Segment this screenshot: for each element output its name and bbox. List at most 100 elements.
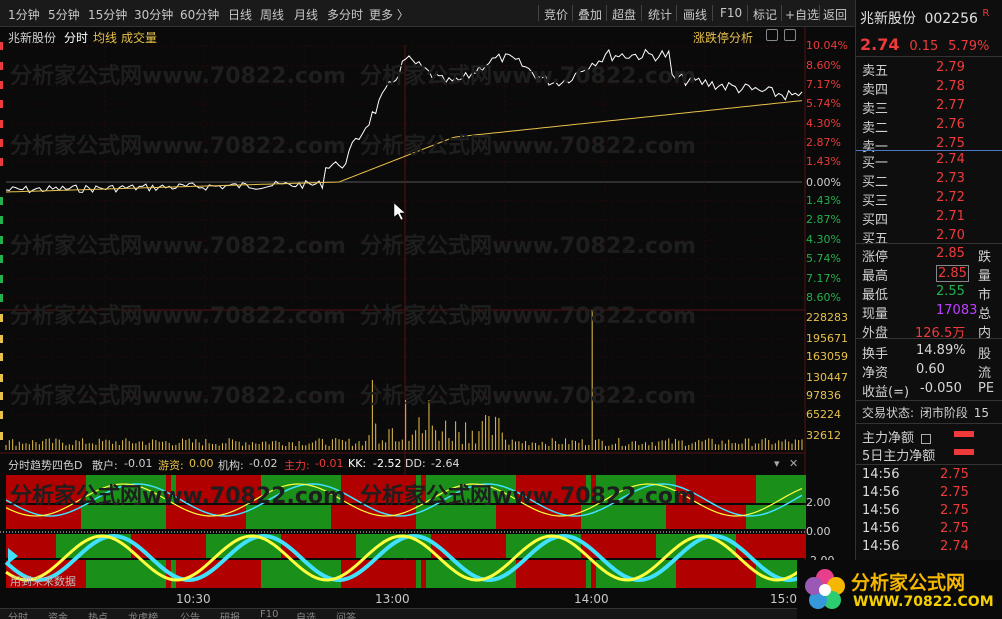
indicator-name[interactable]: 分时趋势四色D [8,457,82,473]
trend-block [301,534,306,558]
bid-row[interactable]: 买一 2.74 [862,152,1002,171]
trend-block [311,534,316,558]
left-tick-mark [0,335,3,343]
trend-block [586,560,591,588]
trend-block [341,534,346,558]
trend-block [236,560,241,588]
ask-row[interactable]: 卖四 2.78 [862,79,1002,98]
ask-row[interactable]: 卖五 2.79 [862,60,1002,79]
main-net-5d-bar [954,449,974,455]
bottom-tab[interactable]: 问答 [336,609,356,619]
tick-time: 14:56 [862,503,900,518]
trend-block [711,475,716,503]
trend-block [766,534,771,558]
indicator-dropdown-icon[interactable]: ▾ [774,457,780,470]
bid-row[interactable]: 买二 2.73 [862,171,1002,190]
trend-block [776,560,781,588]
trend-block [331,560,336,588]
left-tick-mark [0,216,3,224]
watermark-text: 分析家公式网www.70822.com [10,64,346,89]
trend-block [631,534,636,558]
bottom-tab[interactable]: 分时 [8,609,28,619]
tick-row: 14:56 2.75 [862,485,1002,503]
trend-block [776,534,781,558]
orderbook-divider [856,150,1002,151]
trend-block [636,560,641,588]
bottom-tab[interactable]: 热点 [88,609,108,619]
price-axis-label: 5.74% [806,252,841,265]
left-tick-mark [0,294,3,302]
trend-block [721,475,726,503]
trend-block [751,475,756,503]
trend-block [561,560,566,588]
ask-row[interactable]: 卖三 2.77 [862,98,1002,117]
ask-label: 卖二 [862,121,889,136]
trend-block [721,560,726,588]
trend-block [196,534,201,558]
bid-row[interactable]: 买四 2.71 [862,209,1002,228]
trend-block [621,534,626,558]
trend-block [401,560,406,588]
time-label: 14:00 [574,592,609,606]
tick-row: 14:56 2.74 [862,539,1002,557]
trend-block [746,505,751,529]
trend-block [786,534,791,558]
divider [856,400,1002,401]
bid-row[interactable]: 买三 2.72 [862,190,1002,209]
price-axis-zero: 0.00% [806,176,841,189]
trend-block [156,534,161,558]
trend-block [381,560,386,588]
trend-block [791,505,796,529]
trend-block [706,560,711,588]
trend-block [411,560,416,588]
trend-block [386,560,391,588]
trend-block [51,534,56,558]
site-logo: 分析家公式网 WWW.70822.COM [797,560,1002,619]
trend-block [781,534,786,558]
bottom-tab[interactable]: 公告 [180,609,200,619]
trend-block [511,560,516,588]
trend-block [396,560,401,588]
info-icon[interactable] [921,433,932,444]
bid-price: 2.73 [936,171,965,186]
ask-price: 2.78 [936,79,965,94]
watermark-text: 分析家公式网www.70822.com [360,134,696,159]
bottom-tab[interactable]: 龙虎榜 [128,609,158,619]
bid-label: 买一 [862,156,889,171]
trend-block [581,560,586,588]
price-axis-label: 1.43% [806,194,841,207]
trend-block [506,534,511,558]
bid-label: 买二 [862,175,889,190]
bottom-tab[interactable]: 研报 [220,609,240,619]
volume-axis-label: 130447 [806,371,848,384]
trend-block [176,534,181,558]
trend-block [716,475,721,503]
trend-block [701,505,706,529]
ask-label: 卖四 [862,83,889,98]
trend-block [176,560,181,588]
trend-block [646,534,651,558]
indicator-close-icon[interactable]: ✕ [789,457,798,470]
trend-block [346,475,351,503]
bid-price: 2.72 [936,190,965,205]
bottom-tab[interactable]: 资金 [48,609,68,619]
trend-block [661,534,666,558]
left-tick-mark [0,158,3,166]
trend-block [756,475,761,503]
trend-block [696,505,701,529]
main-net-row[interactable]: 主力净额 [862,427,932,446]
bottom-tab[interactable]: F10 [260,609,278,619]
volume-axis-label: 163059 [806,350,848,363]
trend-block [781,505,786,529]
trend-block [716,505,721,529]
price-change: 0.15 [909,39,939,54]
price-axis-label: 10.04% [806,39,848,52]
trend-block [486,560,491,588]
trend-block [771,505,776,529]
stat-label: 涨停 [862,250,889,265]
trend-block [96,560,101,588]
last-price: 2.74 [860,35,900,54]
ask-row[interactable]: 卖二 2.76 [862,117,1002,136]
trend-block [76,560,81,588]
bottom-tab[interactable]: 自选 [296,609,316,619]
